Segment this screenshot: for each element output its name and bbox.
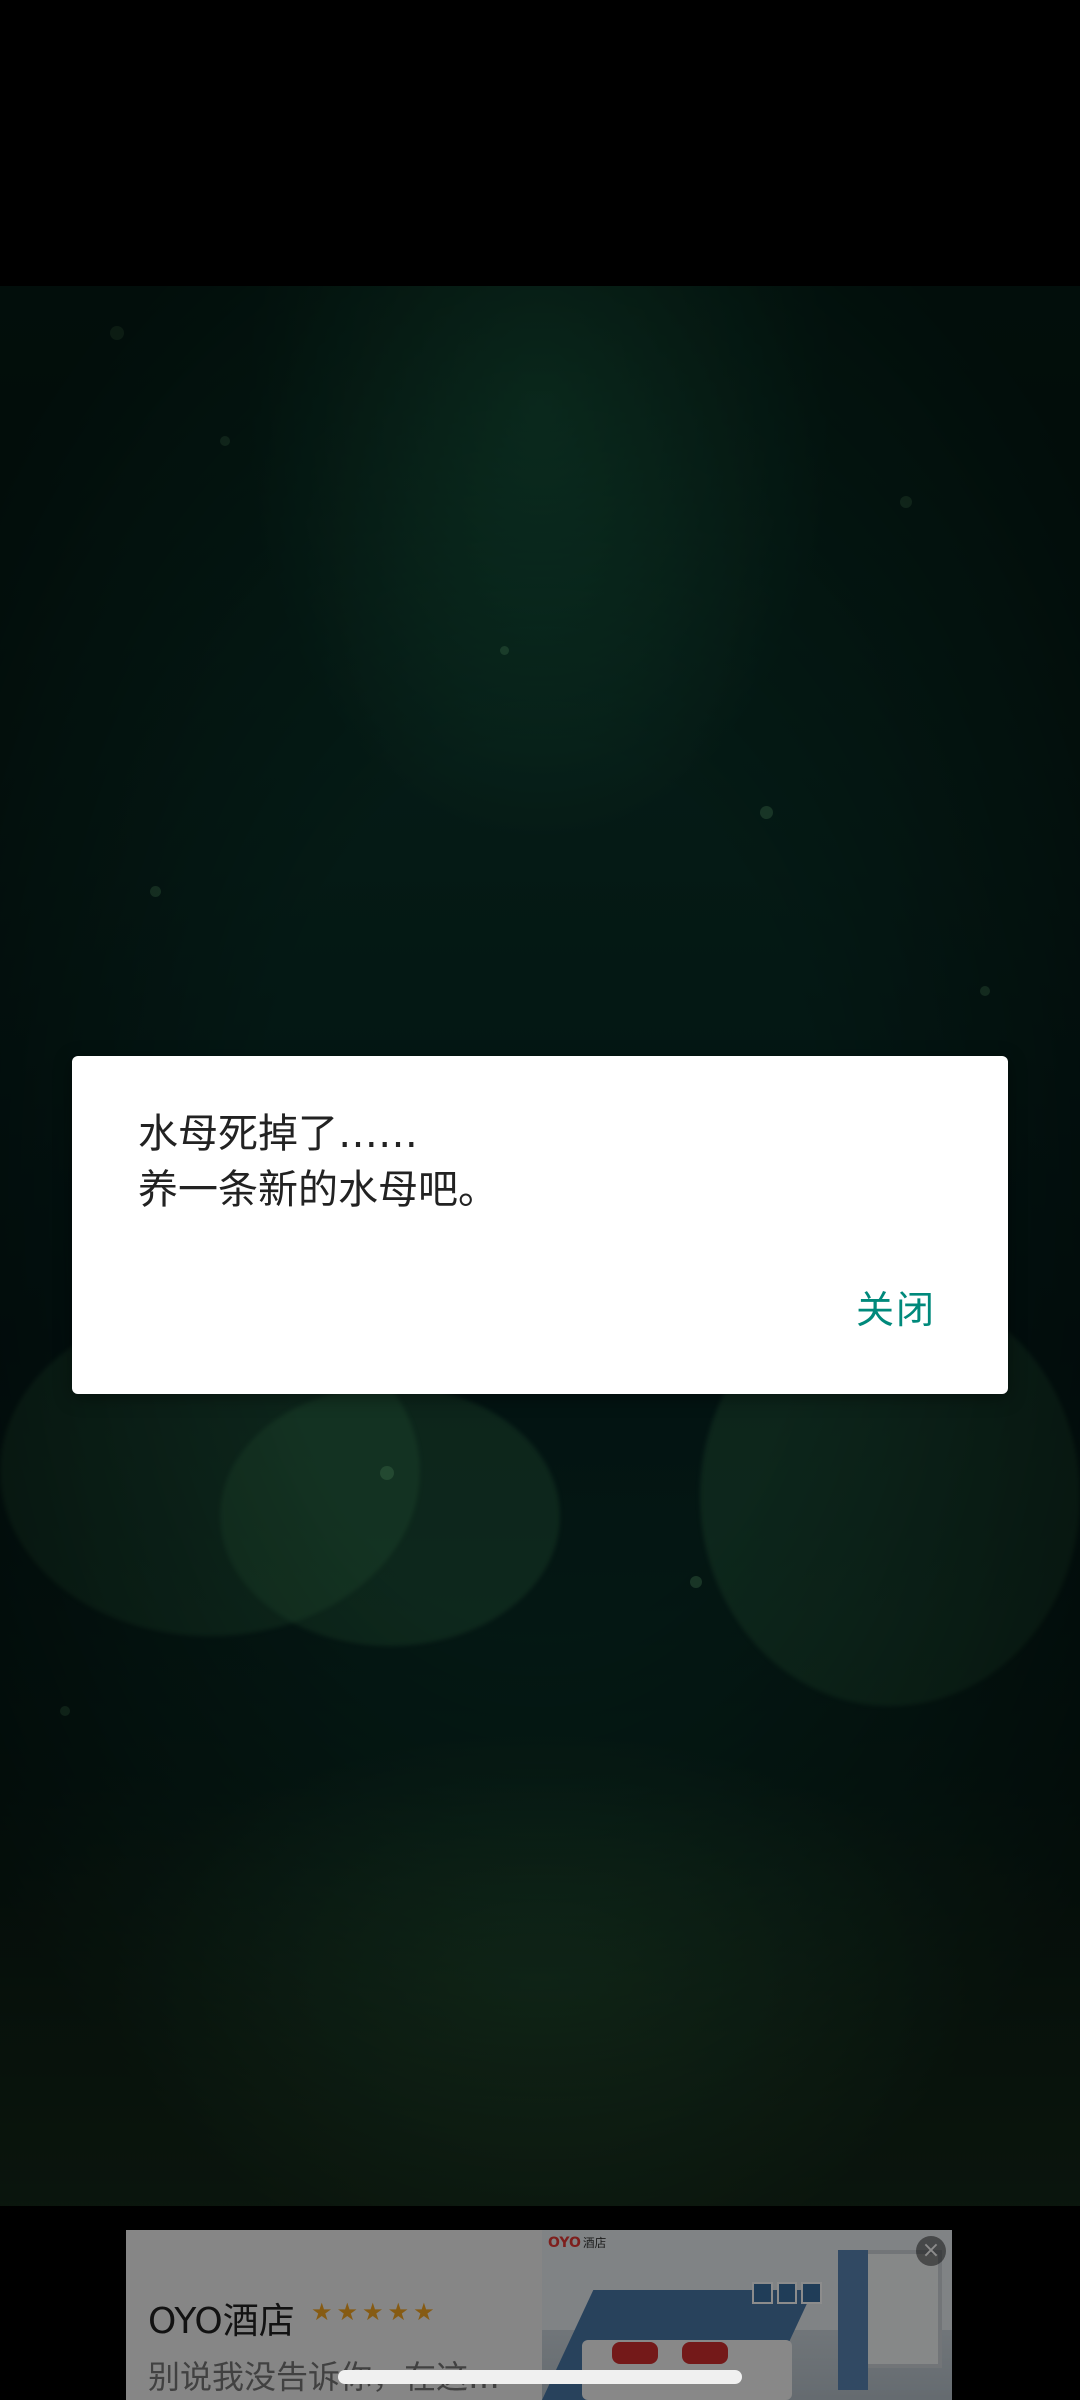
- pillow: [682, 2342, 728, 2364]
- dialog-message: 水母死掉了…… 养一条新的水母吧。: [138, 1106, 958, 1218]
- top-black-bar: [0, 0, 1080, 286]
- oyo-logo: OYO 酒店: [548, 2235, 607, 2251]
- dialog-message-line-2: 养一条新的水母吧。: [138, 1167, 498, 1213]
- dialog-message-line-1: 水母死掉了……: [138, 1111, 418, 1157]
- ad-title: OYO酒店: [148, 2301, 295, 2342]
- close-icon[interactable]: ×: [916, 2236, 946, 2266]
- ad-rating-stars: ★★★★★: [311, 2298, 439, 2326]
- close-button[interactable]: 关闭: [856, 1279, 936, 1334]
- jellyfish-dead-dialog: 水母死掉了…… 养一条新的水母吧。 关闭: [72, 1056, 1008, 1394]
- curtain: [838, 2250, 868, 2390]
- pillow: [612, 2342, 658, 2364]
- wall-pictures: [752, 2282, 823, 2304]
- window: [864, 2250, 942, 2368]
- home-indicator[interactable]: [338, 2370, 742, 2384]
